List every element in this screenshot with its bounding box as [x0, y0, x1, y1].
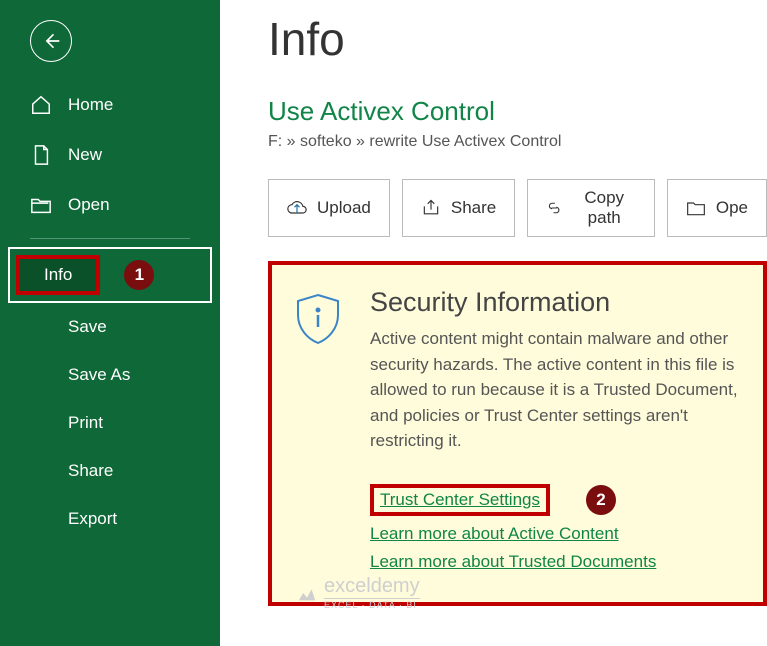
active-content-link[interactable]: Learn more about Active Content: [370, 524, 619, 544]
nav-label: Open: [68, 195, 110, 215]
new-file-icon: [30, 144, 52, 166]
sidebar: Home New Open Info 1 Save Save As Print …: [0, 0, 220, 646]
nav-label: Save As: [68, 365, 130, 385]
security-text: Active content might contain malware and…: [370, 326, 755, 454]
cloud-upload-icon: [287, 198, 307, 218]
nav-info-selected[interactable]: Info 1: [8, 247, 212, 303]
watermark-text: exceldemy: [324, 575, 420, 598]
nav-save[interactable]: Save: [0, 303, 220, 351]
nav-save-as[interactable]: Save As: [0, 351, 220, 399]
button-label: Share: [451, 198, 496, 218]
home-icon: [30, 94, 52, 116]
nav-export[interactable]: Export: [0, 495, 220, 543]
toolbar: Upload Share Copy path Ope: [268, 179, 767, 237]
arrow-left-icon: [41, 31, 61, 51]
back-button[interactable]: [30, 20, 72, 62]
upload-button[interactable]: Upload: [268, 179, 390, 237]
nav-open[interactable]: Open: [0, 180, 220, 230]
nav-print[interactable]: Print: [0, 399, 220, 447]
trust-center-link[interactable]: Trust Center Settings: [380, 490, 540, 509]
security-heading: Security Information: [370, 287, 755, 318]
open-location-button[interactable]: Ope: [667, 179, 767, 237]
share-button[interactable]: Share: [402, 179, 515, 237]
share-icon: [421, 198, 441, 218]
trusted-docs-link[interactable]: Learn more about Trusted Documents: [370, 552, 656, 572]
document-title: Use Activex Control: [268, 96, 767, 127]
nav-label: Export: [68, 509, 117, 529]
sidebar-divider: [30, 238, 190, 239]
nav-label: New: [68, 145, 102, 165]
nav-label: Save: [68, 317, 107, 337]
nav-label: Home: [68, 95, 113, 115]
button-label: Copy path: [573, 188, 636, 228]
folder-open-icon: [30, 194, 52, 216]
callout-badge-1: 1: [124, 260, 154, 290]
security-panel: Security Information Active content migh…: [268, 261, 767, 606]
callout-badge-2: 2: [586, 485, 616, 515]
watermark-sub: EXCEL · DATA · BI: [324, 598, 420, 610]
folder-icon: [686, 198, 706, 218]
button-label: Upload: [317, 198, 371, 218]
nav-label: Info: [16, 255, 100, 295]
nav-home[interactable]: Home: [0, 80, 220, 130]
copy-path-button[interactable]: Copy path: [527, 179, 655, 237]
button-label: Ope: [716, 198, 748, 218]
link-icon: [546, 198, 562, 218]
page-title: Info: [268, 12, 767, 66]
main-panel: Info Use Activex Control F: » softeko » …: [220, 0, 767, 646]
nav-label: Print: [68, 413, 103, 433]
shield-info-icon: [294, 293, 342, 580]
nav-label: Share: [68, 461, 113, 481]
watermark-icon: [296, 582, 318, 604]
nav-share[interactable]: Share: [0, 447, 220, 495]
watermark: exceldemy EXCEL · DATA · BI: [296, 575, 420, 610]
breadcrumb: F: » softeko » rewrite Use Activex Contr…: [268, 133, 767, 151]
nav-new[interactable]: New: [0, 130, 220, 180]
